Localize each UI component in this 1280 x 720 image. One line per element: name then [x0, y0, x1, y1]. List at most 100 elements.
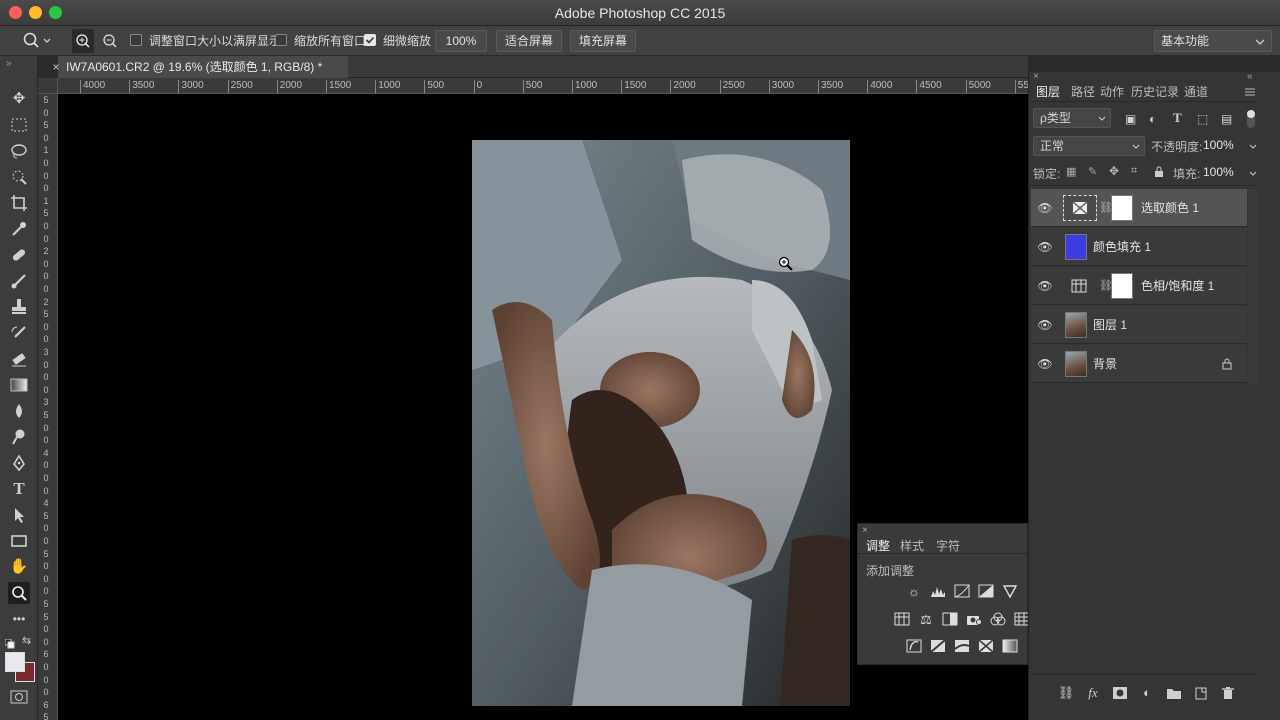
scrubby-zoom-checkbox[interactable]	[364, 34, 376, 46]
lock-position-icon[interactable]: ✥	[1109, 164, 1119, 178]
layer-name[interactable]: 图层 1	[1093, 306, 1127, 344]
tab-channels[interactable]: 通道	[1184, 84, 1208, 100]
lock-transparent-icon[interactable]: ▦	[1066, 165, 1076, 178]
hue-saturation-icon[interactable]	[1071, 279, 1087, 293]
document-image[interactable]	[472, 140, 850, 706]
hue-saturation-icon[interactable]	[893, 612, 911, 628]
threshold-icon[interactable]	[953, 639, 971, 655]
exposure-icon[interactable]	[977, 584, 995, 600]
collapse-toolbar-icon[interactable]: »	[6, 58, 12, 69]
fill-value[interactable]: 100%	[1203, 165, 1234, 179]
layer-row[interactable]: 👁 图层 1	[1031, 306, 1247, 344]
eyedropper-tool-icon[interactable]	[8, 218, 30, 240]
black-white-icon[interactable]	[941, 612, 959, 628]
healing-brush-tool-icon[interactable]	[8, 244, 30, 266]
tab-actions[interactable]: 动作	[1100, 84, 1124, 100]
collapse-panel-icon[interactable]: «	[1247, 71, 1253, 82]
layer-mask-thumbnail[interactable]	[1111, 195, 1133, 221]
foreground-color-swatch[interactable]	[5, 652, 25, 672]
blend-mode-dropdown[interactable]: 正常	[1033, 136, 1145, 156]
lasso-tool-icon[interactable]	[8, 140, 30, 162]
path-selection-tool-icon[interactable]	[8, 504, 30, 526]
color-fill-thumbnail[interactable]	[1065, 234, 1087, 260]
panel-menu-icon[interactable]	[1243, 85, 1257, 97]
layer-thumbnail[interactable]	[1065, 351, 1087, 377]
tab-adjustments[interactable]: 调整	[866, 538, 890, 554]
blur-tool-icon[interactable]	[8, 400, 30, 422]
layer-row[interactable]: 👁 颜色填充 1	[1031, 228, 1247, 266]
opacity-value[interactable]: 100%	[1203, 138, 1234, 152]
new-group-icon[interactable]	[1165, 684, 1183, 702]
ruler-origin[interactable]	[38, 78, 58, 94]
zoom-tool-preset-icon[interactable]	[22, 31, 52, 51]
visibility-eye-icon[interactable]: 👁	[1037, 356, 1053, 372]
visibility-eye-icon[interactable]: 👁	[1037, 317, 1053, 333]
tab-layers[interactable]: 图层	[1036, 84, 1060, 100]
hand-tool-icon[interactable]: ✋	[8, 556, 30, 578]
new-layer-icon[interactable]	[1192, 684, 1210, 702]
layer-style-fx-icon[interactable]: fx	[1084, 684, 1102, 702]
default-colors-icon[interactable]	[4, 636, 15, 649]
selective-color-icon[interactable]	[977, 639, 995, 655]
gradient-map-icon[interactable]	[1001, 639, 1019, 655]
posterize-icon[interactable]	[929, 639, 947, 655]
channel-mixer-icon[interactable]	[989, 612, 1007, 628]
lock-artboard-icon[interactable]: ⌗	[1131, 165, 1137, 178]
layer-thumbnail[interactable]	[1065, 312, 1087, 338]
horizontal-ruler[interactable]: 4000 3500 3000 2500 2000 1500 1000 500 0 500 1000 1…	[58, 78, 1028, 94]
layer-name[interactable]: 色相/饱和度 1	[1141, 267, 1214, 305]
more-tools-icon[interactable]: •••	[8, 608, 30, 630]
zoom-in-icon[interactable]	[72, 29, 94, 53]
marquee-tool-icon[interactable]	[8, 114, 30, 136]
clone-stamp-tool-icon[interactable]	[8, 296, 30, 318]
photo-filter-icon[interactable]	[965, 612, 983, 628]
dodge-tool-icon[interactable]	[8, 426, 30, 448]
eraser-tool-icon[interactable]	[8, 348, 30, 370]
swap-colors-icon[interactable]: ⇆	[22, 634, 31, 647]
gradient-tool-icon[interactable]	[8, 374, 30, 396]
filter-type-icon[interactable]: T	[1173, 110, 1182, 126]
brush-tool-icon[interactable]	[8, 270, 30, 292]
quick-mask-icon[interactable]	[10, 690, 28, 704]
filter-toggle[interactable]	[1247, 110, 1255, 128]
history-brush-tool-icon[interactable]	[8, 322, 30, 344]
delete-layer-icon[interactable]	[1219, 684, 1237, 702]
tab-styles[interactable]: 样式	[900, 538, 924, 554]
layer-name[interactable]: 颜色填充 1	[1093, 228, 1151, 266]
lock-pixels-icon[interactable]: ✎	[1088, 165, 1097, 178]
tab-character[interactable]: 字符	[936, 538, 960, 554]
chevron-down-icon[interactable]	[1249, 171, 1257, 177]
new-adjustment-layer-icon[interactable]: ◐	[1138, 684, 1156, 702]
crop-tool-icon[interactable]	[8, 192, 30, 214]
fill-screen-button[interactable]: 填充屏幕	[570, 30, 636, 52]
levels-icon[interactable]	[929, 584, 947, 600]
layer-row[interactable]: 👁 ⛓ 色相/饱和度 1	[1031, 267, 1247, 305]
zoom-tool-icon[interactable]	[8, 582, 30, 604]
zoom-all-windows-checkbox[interactable]	[275, 34, 287, 46]
visibility-eye-icon[interactable]: 👁	[1037, 278, 1053, 294]
document-tab[interactable]: × IW7A0601.CR2 @ 19.6% (选取颜色 1, RGB/8) *	[52, 56, 348, 78]
type-tool-icon[interactable]: T	[8, 478, 30, 500]
curves-icon[interactable]	[953, 584, 971, 600]
link-layers-icon[interactable]: ⛓	[1057, 684, 1075, 702]
vertical-ruler[interactable]: 5050100015002000250030003500400045005000…	[38, 94, 58, 720]
filter-shape-icon[interactable]: ⬚	[1197, 112, 1208, 126]
filter-adjustment-icon[interactable]: ◐	[1149, 112, 1156, 126]
quick-selection-tool-icon[interactable]	[8, 166, 30, 188]
adjustment-layer-thumbnail[interactable]	[1063, 195, 1097, 221]
add-mask-icon[interactable]	[1111, 684, 1129, 702]
layers-scrollbar[interactable]	[1248, 189, 1257, 383]
move-tool-icon[interactable]: ✥	[8, 88, 30, 110]
layer-name[interactable]: 选取颜色 1	[1141, 189, 1199, 227]
pen-tool-icon[interactable]	[8, 452, 30, 474]
close-document-icon[interactable]: ×	[48, 56, 64, 78]
color-balance-icon[interactable]: ⚖	[917, 612, 935, 628]
tab-paths[interactable]: 路径	[1071, 84, 1095, 100]
workspace-dropdown[interactable]: 基本功能	[1154, 30, 1272, 52]
invert-icon[interactable]	[905, 639, 923, 655]
visibility-eye-icon[interactable]: 👁	[1037, 239, 1053, 255]
brightness-contrast-icon[interactable]: ☼	[905, 584, 923, 600]
rectangle-tool-icon[interactable]	[8, 530, 30, 552]
layer-filter-dropdown[interactable]: ρ类型	[1033, 108, 1111, 128]
filter-pixel-icon[interactable]: ▣	[1125, 112, 1136, 126]
